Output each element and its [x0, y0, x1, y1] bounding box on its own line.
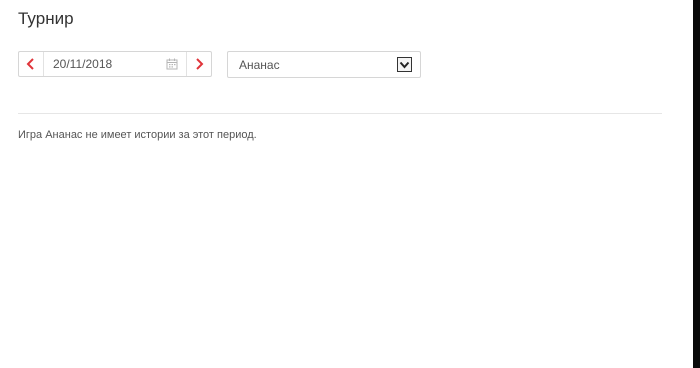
- empty-history-message: Игра Ананас не имеет истории за этот пер…: [18, 129, 257, 141]
- game-select-value: Ананас: [239, 57, 280, 72]
- chevron-left-icon: [26, 58, 34, 70]
- divider: [18, 113, 662, 114]
- calendar-icon[interactable]: [166, 58, 178, 70]
- date-field[interactable]: 20/11/2018: [44, 52, 186, 76]
- page-title: Турнир: [18, 9, 74, 28]
- chevron-down-icon[interactable]: [397, 57, 412, 72]
- tournament-page: Турнир 20/11/2018 Ананас Игра Ананас не …: [0, 0, 700, 368]
- window-edge: [693, 0, 700, 368]
- date-value: 20/11/2018: [53, 57, 113, 71]
- next-date-button[interactable]: [186, 52, 211, 76]
- prev-date-button[interactable]: [19, 52, 44, 76]
- game-select[interactable]: Ананас: [227, 51, 421, 78]
- chevron-right-icon: [196, 58, 204, 70]
- date-picker: 20/11/2018: [18, 51, 212, 77]
